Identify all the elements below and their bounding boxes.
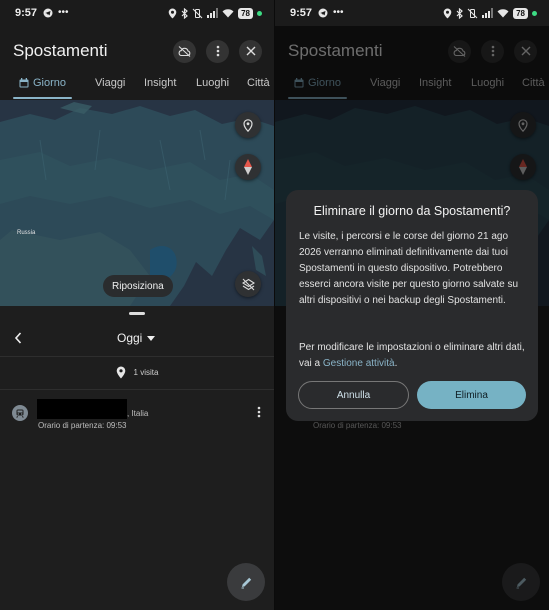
more-vert-icon bbox=[216, 45, 219, 57]
location-status-icon bbox=[168, 8, 177, 18]
layers-off-button[interactable] bbox=[235, 271, 261, 297]
previous-day-button[interactable] bbox=[14, 331, 22, 349]
status-time: 9:57 bbox=[15, 7, 38, 19]
dropdown-arrow-icon bbox=[147, 335, 156, 341]
telegram-icon bbox=[318, 8, 328, 18]
departure-time: Orario di partenza: 09:53 bbox=[38, 421, 127, 430]
tab-insights-label: Insight bbox=[144, 77, 177, 89]
dialog-settings-period: . bbox=[394, 358, 398, 369]
visits-summary: 1 visita bbox=[0, 366, 274, 379]
battery-indicator: 78 bbox=[238, 7, 253, 19]
page-title: Spostamenti bbox=[13, 41, 108, 60]
tab-day-label: Giorno bbox=[33, 77, 67, 89]
calendar-icon bbox=[19, 78, 29, 88]
divider bbox=[0, 356, 274, 357]
vibrate-off-icon bbox=[467, 8, 478, 18]
location-status-icon bbox=[443, 8, 452, 18]
cell-signal-icon bbox=[207, 8, 219, 18]
more-notifications-icon: ••• bbox=[58, 7, 69, 18]
map-view[interactable]: Russia Riposiziona bbox=[0, 100, 274, 306]
tab-places[interactable]: Luoghi bbox=[196, 77, 229, 89]
tab-bar: Giorno Viaggi Insight Luoghi Città bbox=[0, 70, 274, 100]
dialog-message: Le visite, i percorsi e le corse del gio… bbox=[299, 231, 519, 306]
activity-management-link[interactable]: Gestione attività bbox=[323, 358, 395, 369]
battery-indicator: 78 bbox=[513, 7, 528, 19]
dialog-settings-message: Per modificare le impostazioni o elimina… bbox=[299, 340, 526, 372]
delete-day-dialog: Eliminare il giorno da Spostamenti? Le v… bbox=[286, 190, 538, 421]
recenter-button[interactable]: Riposiziona bbox=[103, 275, 173, 297]
redacted-place-name bbox=[37, 399, 127, 419]
place-country: , Italia bbox=[127, 409, 149, 418]
more-vert-icon bbox=[257, 406, 261, 418]
tab-day[interactable]: Giorno bbox=[19, 77, 66, 89]
dialog-actions: Annulla Elimina bbox=[298, 381, 526, 409]
compass-button[interactable] bbox=[235, 154, 261, 180]
tab-places-label: Luoghi bbox=[196, 77, 230, 89]
screen-delete-day-dialog: 9:57 ••• 78 Spostamenti bbox=[275, 0, 549, 610]
bluetooth-icon bbox=[181, 7, 188, 19]
delete-button[interactable]: Elimina bbox=[417, 381, 526, 409]
screen-timeline-day: 9:57 ••• 78 Spostamenti Giorno Viaggi In… bbox=[0, 0, 274, 610]
tab-trips[interactable]: Viaggi bbox=[95, 77, 125, 89]
tab-cities[interactable]: Città bbox=[247, 77, 270, 89]
telegram-icon bbox=[43, 8, 53, 18]
privacy-indicator-dot bbox=[257, 10, 262, 16]
close-button[interactable] bbox=[239, 39, 262, 63]
date-dropdown[interactable]: Oggi bbox=[117, 331, 156, 345]
visits-count: 1 visita bbox=[133, 368, 159, 377]
divider bbox=[0, 389, 274, 390]
vibrate-off-icon bbox=[192, 8, 203, 18]
bluetooth-icon bbox=[456, 7, 463, 19]
compass-icon bbox=[244, 159, 252, 175]
tab-cities-label: Città bbox=[247, 77, 270, 89]
layers-off-icon bbox=[241, 278, 255, 290]
sheet-drag-handle[interactable] bbox=[129, 312, 145, 315]
tab-trips-label: Viaggi bbox=[95, 77, 126, 89]
status-time: 9:57 bbox=[290, 7, 313, 19]
cloud-off-button[interactable] bbox=[173, 39, 196, 63]
status-bar: 9:57 ••• 78 bbox=[275, 0, 549, 26]
cancel-button[interactable]: Annulla bbox=[298, 381, 409, 409]
wifi-icon bbox=[497, 9, 509, 18]
entry-more-button[interactable] bbox=[257, 405, 261, 423]
location-pin-icon bbox=[116, 366, 125, 379]
app-bar: Spostamenti bbox=[0, 34, 274, 68]
bottom-sheet: Oggi 1 visita , Italia Orario di partenz… bbox=[0, 306, 274, 610]
active-tab-indicator bbox=[13, 97, 72, 99]
date-navigation: Oggi bbox=[0, 322, 274, 356]
status-bar: 9:57 ••• 78 bbox=[0, 0, 274, 26]
place-type-icon bbox=[12, 405, 28, 421]
train-icon bbox=[16, 409, 24, 418]
privacy-indicator-dot bbox=[532, 10, 537, 16]
more-options-button[interactable] bbox=[206, 39, 229, 63]
timeline-entry[interactable]: , Italia Orario di partenza: 09:53 bbox=[0, 399, 274, 439]
dialog-title: Eliminare il giorno da Spostamenti? bbox=[313, 204, 511, 218]
edit-fab[interactable] bbox=[227, 563, 265, 601]
close-icon bbox=[246, 46, 255, 56]
chevron-left-icon bbox=[14, 332, 22, 344]
my-location-button[interactable] bbox=[235, 112, 261, 138]
more-notifications-icon: ••• bbox=[333, 7, 344, 18]
date-label: Oggi bbox=[117, 331, 143, 345]
tab-insights[interactable]: Insight bbox=[144, 77, 176, 89]
cell-signal-icon bbox=[482, 8, 494, 18]
wifi-icon bbox=[222, 9, 234, 18]
map-country-label: Russia bbox=[17, 230, 36, 236]
location-pin-outline-icon bbox=[243, 118, 253, 132]
cloud-off-icon bbox=[178, 45, 191, 57]
pencil-icon bbox=[241, 577, 251, 588]
